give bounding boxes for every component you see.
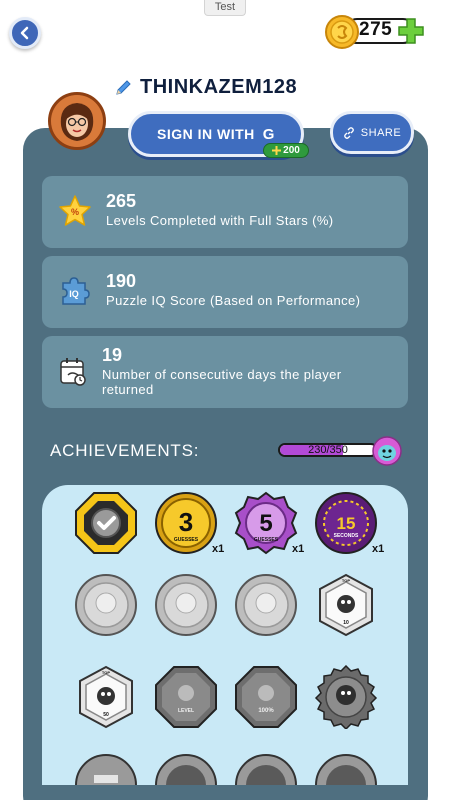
svg-text:5: 5 bbox=[259, 510, 272, 537]
achievements-grid: 3 GUESSES x1 5 GUESSES x1 15 SECONDS x1 … bbox=[42, 485, 408, 785]
svg-text:100%: 100% bbox=[258, 708, 274, 714]
three-guesses-badge[interactable]: 3 GUESSES bbox=[154, 491, 218, 555]
fifteen-seconds-badge[interactable]: 15 SECONDS bbox=[314, 491, 378, 555]
partial-badge-2[interactable] bbox=[154, 753, 218, 785]
coin-counter: 275 bbox=[324, 14, 428, 49]
username: THINKAZEM128 bbox=[140, 75, 298, 98]
sign-in-label: SIGN IN WITH bbox=[157, 126, 255, 142]
test-tab[interactable]: Test bbox=[204, 0, 246, 16]
check-badge[interactable] bbox=[74, 491, 138, 555]
svg-text:10: 10 bbox=[343, 620, 349, 626]
plus-icon bbox=[272, 146, 282, 155]
stat-description: Number of consecutive days the player re… bbox=[102, 367, 342, 397]
chevron-left-icon bbox=[20, 26, 29, 40]
sign-in-bonus-value: 200 bbox=[283, 145, 300, 156]
mascot-icon bbox=[372, 436, 402, 466]
username-row[interactable]: THINKAZEM128 bbox=[114, 74, 297, 100]
share-label: SHARE bbox=[360, 126, 402, 139]
top-10-badge[interactable]: TOP 10 bbox=[314, 573, 378, 637]
avatar[interactable] bbox=[48, 92, 106, 150]
svg-text:TOP: TOP bbox=[102, 670, 110, 675]
svg-text:GUESSES: GUESSES bbox=[254, 537, 279, 543]
badge-multiplier: x1 bbox=[212, 543, 225, 555]
svg-text:IQ: IQ bbox=[69, 289, 79, 299]
hundred-percent-badge[interactable]: 100% bbox=[234, 665, 298, 729]
stat-description: Levels Completed with Full Stars (%) bbox=[106, 213, 334, 228]
stat-value: 19 bbox=[102, 345, 123, 365]
svg-text:TOP: TOP bbox=[342, 578, 350, 583]
stat-card-consecutive-days: 19 Number of consecutive days the player… bbox=[42, 336, 408, 408]
coin-count: 275 bbox=[359, 19, 393, 40]
google-icon: G bbox=[262, 125, 275, 143]
stat-description: Puzzle IQ Score (Based on Performance) bbox=[106, 293, 361, 308]
coin-icon bbox=[325, 15, 359, 49]
svg-text:15: 15 bbox=[337, 514, 356, 533]
svg-text:GUESSES: GUESSES bbox=[174, 537, 199, 543]
locked-badge-3[interactable] bbox=[234, 573, 298, 637]
add-coins-icon[interactable] bbox=[397, 17, 425, 45]
locked-badge-1[interactable] bbox=[74, 573, 138, 637]
badge-multiplier: x1 bbox=[292, 543, 305, 555]
locked-badge-2[interactable] bbox=[154, 573, 218, 637]
locked-badge-4[interactable] bbox=[314, 665, 378, 729]
stat-card-stars: % 265 Levels Completed with Full Stars (… bbox=[42, 176, 408, 248]
svg-text:50: 50 bbox=[103, 712, 109, 718]
svg-text:3: 3 bbox=[179, 507, 193, 537]
puzzle-iq-icon: IQ bbox=[62, 277, 90, 305]
top-50-badge[interactable]: TOP 50 bbox=[74, 665, 138, 729]
achievements-progress-text: 230/350 bbox=[308, 444, 348, 456]
level-badge[interactable]: LEVEL bbox=[154, 665, 218, 729]
five-guesses-badge[interactable]: 5 GUESSES bbox=[234, 491, 298, 555]
pencil-icon[interactable] bbox=[114, 77, 134, 97]
stat-value: 265 bbox=[106, 191, 137, 211]
badge-multiplier: x1 bbox=[372, 543, 385, 555]
link-icon bbox=[343, 126, 354, 139]
star-icon: % bbox=[59, 195, 91, 226]
partial-badge-1[interactable] bbox=[74, 753, 138, 785]
stat-card-puzzle-iq: IQ 190 Puzzle IQ Score (Based on Perform… bbox=[42, 256, 408, 328]
achievements-progress-bar: 230/350 bbox=[278, 443, 378, 457]
stat-value: 190 bbox=[106, 271, 137, 291]
avatar-face-icon bbox=[51, 95, 103, 147]
back-button[interactable] bbox=[9, 17, 41, 49]
partial-badge-4[interactable] bbox=[314, 753, 378, 785]
sign-in-bonus-badge: 200 bbox=[263, 143, 309, 158]
svg-text:LEVEL: LEVEL bbox=[178, 708, 194, 714]
svg-text:%: % bbox=[71, 207, 79, 217]
calendar-icon bbox=[60, 358, 86, 386]
partial-badge-3[interactable] bbox=[234, 753, 298, 785]
share-button[interactable]: SHARE bbox=[330, 111, 414, 154]
svg-text:SECONDS: SECONDS bbox=[334, 533, 359, 539]
achievements-title: ACHIEVEMENTS: bbox=[50, 441, 200, 460]
